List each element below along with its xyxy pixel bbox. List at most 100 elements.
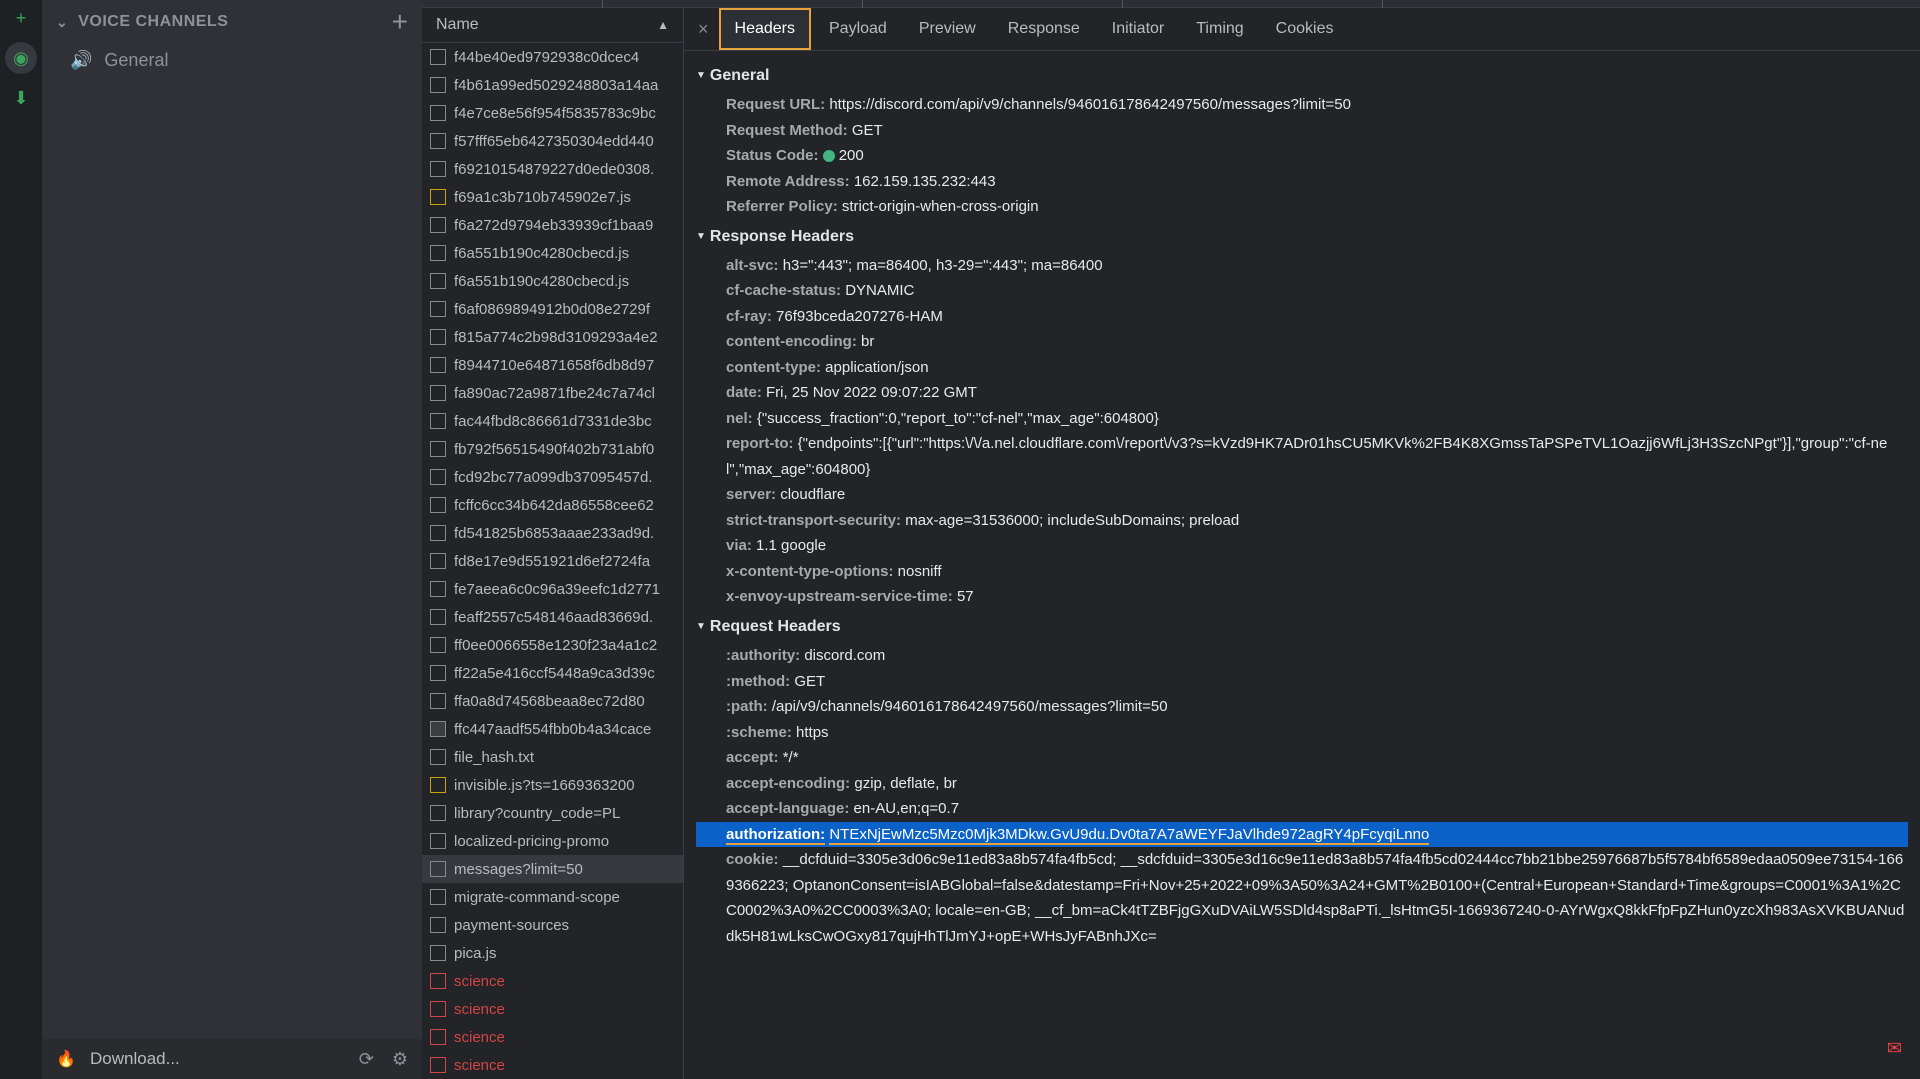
request-row[interactable]: f57fff65eb6427350304edd440 [422, 127, 683, 155]
tab-preview[interactable]: Preview [905, 10, 990, 48]
download-icon[interactable]: ⬇ [5, 82, 37, 114]
request-row[interactable]: f4e7ce8e56f954f5835783c9bc [422, 99, 683, 127]
request-row[interactable]: feaff2557c548146aad83669d. [422, 603, 683, 631]
request-row[interactable]: fcd92bc77a099db37095457d. [422, 463, 683, 491]
request-row[interactable]: f815a774c2b98d3109293a4e2 [422, 323, 683, 351]
tab-timing[interactable]: Timing [1182, 10, 1257, 48]
close-icon[interactable]: × [692, 19, 715, 40]
request-row[interactable]: science [422, 995, 683, 1023]
request-row[interactable]: pica.js [422, 939, 683, 967]
section-response-headers[interactable]: ▼Response Headers [696, 220, 1908, 253]
speaker-icon: 🔊 [70, 50, 92, 71]
file-icon [430, 385, 446, 401]
request-row[interactable]: localized-pricing-promo [422, 827, 683, 855]
voice-channel-general[interactable]: 🔊 General [52, 44, 412, 77]
request-row[interactable]: science [422, 967, 683, 995]
header-row[interactable]: alt-svc: h3=":443"; ma=86400, h3-29=":44… [696, 253, 1908, 279]
request-row[interactable]: fd541825b6853aaae233ad9d. [422, 519, 683, 547]
header-row[interactable]: accept-encoding: gzip, deflate, br [696, 771, 1908, 797]
download-label[interactable]: Download... [90, 1049, 180, 1069]
add-server-icon[interactable]: + [5, 2, 37, 34]
mail-badge-icon[interactable]: ✉ [1887, 1038, 1902, 1059]
request-row[interactable]: file_hash.txt [422, 743, 683, 771]
header-row[interactable]: :scheme: https [696, 720, 1908, 746]
request-name: ff0ee0066558e1230f23a4a1c2 [454, 637, 657, 654]
request-row[interactable]: messages?limit=50 [422, 855, 683, 883]
header-row[interactable]: :method: GET [696, 669, 1908, 695]
request-row[interactable]: invisible.js?ts=1669363200 [422, 771, 683, 799]
request-name: science [454, 973, 505, 990]
request-row[interactable]: payment-sources [422, 911, 683, 939]
file-icon [430, 49, 446, 65]
header-row[interactable]: cf-cache-status: DYNAMIC [696, 278, 1908, 304]
tab-payload[interactable]: Payload [815, 10, 901, 48]
name-column-header[interactable]: Name ▲ [422, 8, 683, 43]
header-row[interactable]: nel: {"success_fraction":0,"report_to":"… [696, 406, 1908, 432]
tab-headers[interactable]: Headers [719, 8, 811, 50]
header-row[interactable]: accept-language: en-AU,en;q=0.7 [696, 796, 1908, 822]
explore-icon[interactable]: ◉ [5, 42, 37, 74]
authorization-header-row[interactable]: authorization: NTExNjEwMzc5Mzc0Mjk3MDkw.… [696, 822, 1908, 848]
header-row[interactable]: content-type: application/json [696, 355, 1908, 381]
section-request-headers[interactable]: ▼Request Headers [696, 610, 1908, 643]
header-row[interactable]: cf-ray: 76f93bceda207276-HAM [696, 304, 1908, 330]
header-row[interactable]: cookie: __dcfduid=3305e3d06c9e11ed83a8b5… [696, 847, 1908, 949]
request-row[interactable]: fb792f56515490f402b731abf0 [422, 435, 683, 463]
header-row[interactable]: :authority: discord.com [696, 643, 1908, 669]
request-row[interactable]: science [422, 1023, 683, 1051]
request-row[interactable]: f69210154879227d0ede0308. [422, 155, 683, 183]
request-name: feaff2557c548146aad83669d. [454, 609, 653, 626]
tab-initiator[interactable]: Initiator [1098, 10, 1178, 48]
request-row[interactable]: f4b61a99ed5029248803a14aa [422, 71, 683, 99]
user-footer: 🔥 Download... ⟳ ⚙ [42, 1039, 422, 1079]
timeline-ruler[interactable] [422, 0, 1920, 8]
section-general[interactable]: ▼General [696, 59, 1908, 92]
request-row[interactable]: f6af0869894912b0d08e2729f [422, 295, 683, 323]
request-row[interactable]: ffc447aadf554fbb0b4a34cace [422, 715, 683, 743]
request-name: ffa0a8d74568beaa8ec72d80 [454, 693, 645, 710]
header-row[interactable]: x-envoy-upstream-service-time: 57 [696, 584, 1908, 610]
request-row[interactable]: f44be40ed9792938c0dcec4 [422, 43, 683, 71]
request-detail-panel: × Headers Payload Preview Response Initi… [684, 8, 1920, 1079]
request-row[interactable]: ffa0a8d74568beaa8ec72d80 [422, 687, 683, 715]
add-channel-icon[interactable]: + [392, 6, 408, 38]
request-row[interactable]: fe7aeea6c0c96a39eefc1d2771 [422, 575, 683, 603]
tab-response[interactable]: Response [994, 10, 1094, 48]
request-row[interactable]: f6a551b190c4280cbecd.js [422, 239, 683, 267]
request-row[interactable]: ff0ee0066558e1230f23a4a1c2 [422, 631, 683, 659]
request-row[interactable]: science [422, 1051, 683, 1079]
request-row[interactable]: f69a1c3b710b745902e7.js [422, 183, 683, 211]
request-name: library?country_code=PL [454, 805, 620, 822]
flame-icon[interactable]: 🔥 [56, 1049, 76, 1069]
header-row[interactable]: date: Fri, 25 Nov 2022 09:07:22 GMT [696, 380, 1908, 406]
voice-channels-header[interactable]: ⌄ VOICE CHANNELS [56, 13, 228, 31]
header-row[interactable]: :path: /api/v9/channels/9460161786424975… [696, 694, 1908, 720]
header-row[interactable]: x-content-type-options: nosniff [696, 559, 1908, 585]
tab-cookies[interactable]: Cookies [1262, 10, 1348, 48]
chevron-down-icon: ⌄ [56, 14, 68, 31]
request-row[interactable]: fa890ac72a9871fbe24c7a74cl [422, 379, 683, 407]
request-row[interactable]: fcffc6cc34b642da86558cee62 [422, 491, 683, 519]
file-icon [430, 1029, 446, 1045]
header-row[interactable]: strict-transport-security: max-age=31536… [696, 508, 1908, 534]
request-row[interactable]: migrate-command-scope [422, 883, 683, 911]
request-row[interactable]: ff22a5e416ccf5448a9ca3d39c [422, 659, 683, 687]
request-row[interactable]: fac44fbd8c86661d7331de3bc [422, 407, 683, 435]
request-row[interactable]: library?country_code=PL [422, 799, 683, 827]
header-row[interactable]: via: 1.1 google [696, 533, 1908, 559]
header-row[interactable]: report-to: {"endpoints":[{"url":"https:\… [696, 431, 1908, 482]
file-icon [430, 133, 446, 149]
header-row[interactable]: content-encoding: br [696, 329, 1908, 355]
request-row[interactable]: fd8e17e9d551921d6ef2724fa [422, 547, 683, 575]
headers-body[interactable]: ▼General Request URL: https://discord.co… [684, 51, 1920, 1079]
header-row[interactable]: server: cloudflare [696, 482, 1908, 508]
refresh-icon[interactable]: ⟳ [359, 1049, 374, 1070]
request-list[interactable]: f44be40ed9792938c0dcec4f4b61a99ed5029248… [422, 43, 683, 1079]
request-row[interactable]: f6a551b190c4280cbecd.js [422, 267, 683, 295]
gear-icon[interactable]: ⚙ [392, 1049, 408, 1070]
request-row[interactable]: f6a272d9794eb33939cf1baa9 [422, 211, 683, 239]
file-icon [430, 245, 446, 261]
request-row[interactable]: f8944710e64871658f6db8d97 [422, 351, 683, 379]
request-name: f57fff65eb6427350304edd440 [454, 133, 654, 150]
header-row[interactable]: accept: */* [696, 745, 1908, 771]
